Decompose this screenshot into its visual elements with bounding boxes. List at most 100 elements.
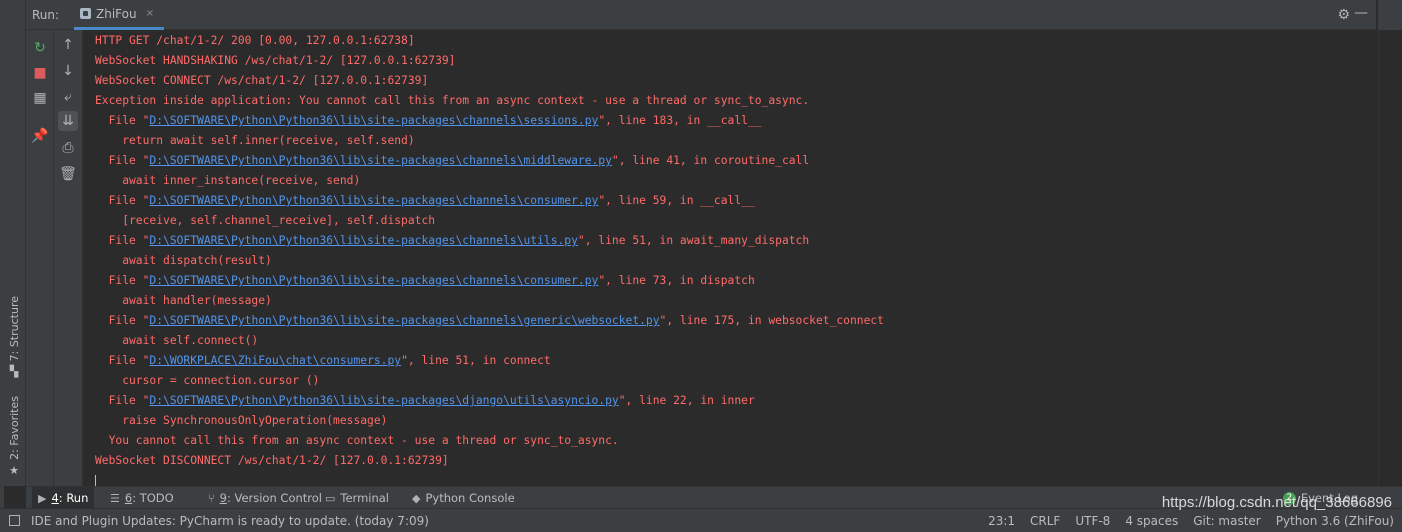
console-line: File "D:\SOFTWARE\Python\Python36\lib\si… (95, 391, 884, 411)
console-text: ", line 51, in await_many_dispatch (577, 234, 810, 247)
stop-icon[interactable]: ■ (30, 63, 50, 83)
file-path-link[interactable]: D:\SOFTWARE\Python\Python36\lib\site-pac… (149, 154, 612, 167)
console-text: File " (95, 274, 150, 287)
indent-setting[interactable]: 4 spaces (1125, 514, 1178, 528)
file-path-link[interactable]: D:\SOFTWARE\Python\Python36\lib\site-pac… (149, 234, 577, 247)
console-text: ", line 73, in dispatch (598, 274, 755, 287)
console-scrollbar[interactable] (1378, 30, 1402, 486)
vcs-branch[interactable]: Git: master (1193, 514, 1261, 528)
pin-icon[interactable]: 📌 (30, 126, 50, 146)
console-line: return await self.inner(receive, self.se… (95, 131, 884, 151)
console-text: You cannot call this from an async conte… (95, 434, 619, 447)
line-separator[interactable]: CRLF (1030, 514, 1060, 528)
console-line: File "D:\SOFTWARE\Python\Python36\lib\si… (95, 231, 884, 251)
status-bar: IDE and Plugin Updates: PyCharm is ready… (0, 508, 1402, 532)
run-title: Run: (32, 8, 60, 22)
console-text: File " (95, 354, 150, 367)
console-text: ", line 22, in inner (618, 394, 755, 407)
console-line: [receive, self.channel_receive], self.di… (95, 211, 884, 231)
console-text: await self.connect() (95, 334, 259, 347)
console-text: File " (95, 114, 150, 127)
console-text: ", line 51, in connect (401, 354, 551, 367)
tab-todo-label: 6: TODO (125, 491, 174, 505)
console-line: raise SynchronousOnlyOperation(message) (95, 411, 884, 431)
tab-todo[interactable]: ☰ 6: TODO (104, 487, 180, 509)
run-config-tab[interactable]: ZhiFou × (74, 0, 164, 30)
python-file-icon (80, 8, 91, 19)
console-line: WebSocket DISCONNECT /ws/chat/1-2/ [127.… (95, 451, 884, 471)
console-text: WebSocket DISCONNECT /ws/chat/1-2/ [127.… (95, 454, 449, 467)
status-message[interactable]: IDE and Plugin Updates: PyCharm is ready… (31, 514, 429, 528)
tab-todo-text: : TODO (132, 491, 174, 505)
console-text: File " (95, 314, 150, 327)
console-text: raise SynchronousOnlyOperation(message) (95, 414, 388, 427)
file-path-link[interactable]: D:\SOFTWARE\Python\Python36\lib\site-pac… (149, 314, 659, 327)
console-line: File "D:\SOFTWARE\Python\Python36\lib\si… (95, 111, 884, 131)
console-text: File " (95, 194, 150, 207)
console-text: ", line 59, in __call__ (598, 194, 755, 207)
file-path-link[interactable]: D:\SOFTWARE\Python\Python36\lib\site-pac… (149, 394, 618, 407)
console-text: File " (95, 394, 150, 407)
favorites-tab[interactable]: 2: Favorites ★ (4, 396, 24, 477)
tab-version-control-label: 9: Version Control (220, 491, 322, 505)
caret-position[interactable]: 23:1 (988, 514, 1015, 528)
right-edge-filler (1378, 0, 1402, 30)
tab-terminal-label: Terminal (340, 491, 389, 505)
python-console-icon: ◆ (412, 491, 421, 505)
favorites-tab-label: 2: Favorites (7, 396, 21, 460)
file-encoding[interactable]: UTF-8 (1075, 514, 1110, 528)
tab-terminal[interactable]: ▭ Terminal (319, 487, 395, 509)
console-line: File "D:\SOFTWARE\Python\Python36\lib\si… (95, 311, 884, 331)
rerun-icon[interactable]: ↻ (30, 38, 50, 58)
minimize-icon[interactable]: — (1354, 5, 1368, 21)
tab-python-console[interactable]: ◆ Python Console (406, 487, 521, 509)
left-tool-strip: 7: Structure ▚ 2: Favorites ★ (0, 0, 26, 486)
print-icon[interactable]: ⎙ (58, 138, 78, 158)
soft-wrap-icon[interactable]: ⤶ (58, 87, 78, 107)
console-line: File "D:\SOFTWARE\Python\Python36\lib\si… (95, 151, 884, 171)
tab-terminal-text: Terminal (340, 491, 390, 505)
console-output[interactable]: HTTP GET /chat/1-2/ 200 [0.00, 127.0.0.1… (83, 30, 1378, 488)
run-icon: ▶ (38, 491, 47, 505)
gear-icon[interactable]: ⚙ (1337, 7, 1350, 23)
console-text: await inner_instance(receive, send) (95, 174, 361, 187)
console-text: File " (95, 154, 150, 167)
structure-tab[interactable]: 7: Structure ▚ (4, 296, 24, 378)
todo-icon: ☰ (110, 491, 120, 505)
version-control-icon: ⑂ (208, 491, 215, 505)
console-text: ", line 183, in __call__ (598, 114, 762, 127)
tab-version-control-mnemonic: 9 (219, 491, 227, 505)
layout-icon[interactable]: ▦ (30, 88, 50, 108)
console-text: [receive, self.channel_receive], self.di… (95, 214, 436, 227)
file-path-link[interactable]: D:\SOFTWARE\Python\Python36\lib\site-pac… (149, 114, 598, 127)
down-arrow-icon[interactable]: ↓ (58, 61, 78, 81)
console-text: await handler(message) (95, 294, 272, 307)
tool-windows-toggle-icon[interactable] (9, 515, 20, 526)
console-line: File "D:\SOFTWARE\Python\Python36\lib\si… (95, 191, 884, 211)
close-icon[interactable]: × (146, 8, 154, 19)
console-line: await dispatch(result) (95, 251, 884, 271)
star-icon: ★ (9, 463, 19, 477)
console-text: ", line 41, in coroutine_call (611, 154, 810, 167)
console-text: Exception inside application: You cannot… (95, 94, 810, 107)
tab-run-label: 4: Run (51, 491, 88, 505)
tab-run[interactable]: ▶ 4: Run (32, 487, 95, 509)
console-text: return await self.inner(receive, self.se… (95, 134, 415, 147)
console-text: WebSocket CONNECT /ws/chat/1-2/ [127.0.0… (95, 74, 429, 87)
up-arrow-icon[interactable]: ↑ (58, 35, 78, 55)
file-path-link[interactable]: D:\SOFTWARE\Python\Python36\lib\site-pac… (149, 274, 598, 287)
console-line: You cannot call this from an async conte… (95, 431, 884, 451)
console-text: ", line 175, in websocket_connect (659, 314, 884, 327)
status-right-widgets: 23:1 CRLF UTF-8 4 spaces Git: master Pyt… (988, 509, 1394, 532)
file-path-link[interactable]: D:\WORKPLACE\ZhiFou\chat\consumers.py (149, 354, 401, 367)
python-interpreter[interactable]: Python 3.6 (ZhiFou) (1276, 514, 1394, 528)
tab-version-control[interactable]: ⑂ 9: Version Control (202, 487, 328, 509)
console-text: WebSocket HANDSHAKING /ws/chat/1-2/ [127… (95, 54, 456, 67)
scroll-to-end-icon[interactable]: ⇊ (58, 111, 78, 131)
file-path-link[interactable]: D:\SOFTWARE\Python\Python36\lib\site-pac… (149, 194, 598, 207)
console-line: WebSocket CONNECT /ws/chat/1-2/ [127.0.0… (95, 71, 884, 91)
trash-icon[interactable]: 🗑 (58, 164, 78, 184)
structure-icon: ▚ (9, 365, 19, 379)
console-text: await dispatch(result) (95, 254, 272, 267)
console-line: await self.connect() (95, 331, 884, 351)
